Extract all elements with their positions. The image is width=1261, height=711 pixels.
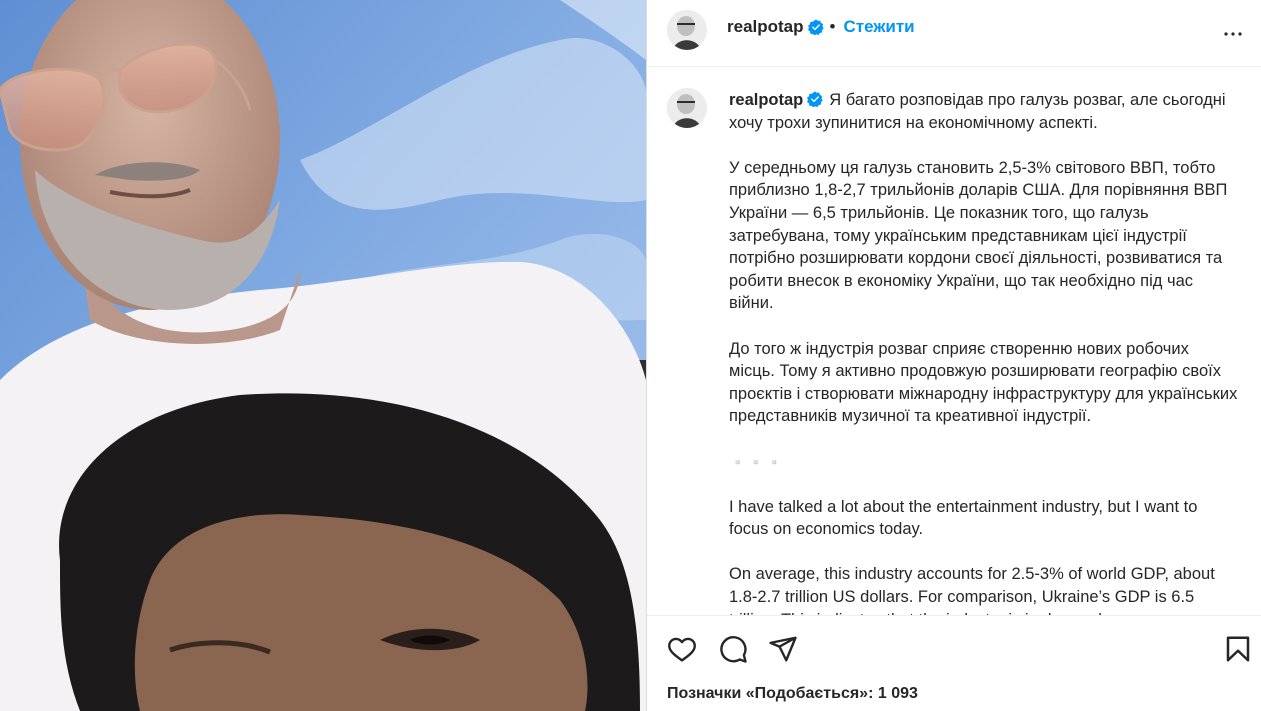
- caption-separator: ▫️▫️▫️: [729, 453, 785, 470]
- caption-paragraph: У середньому ця галузь становить 2,5-3% …: [729, 158, 1228, 313]
- verified-badge-icon: [807, 91, 823, 108]
- username-link[interactable]: realpotap: [727, 17, 804, 37]
- bookmark-icon[interactable]: [1223, 634, 1253, 664]
- instagram-post: realpotap • Стежити realpotap Я багато р…: [0, 0, 1261, 711]
- likes-count[interactable]: Позначки «Подобається»: 1 093: [667, 685, 918, 703]
- caption-text: Я багато розповідав про галузь розваг, а…: [729, 91, 1226, 132]
- post-caption: realpotap Я багато розповідав про галузь …: [729, 89, 1239, 615]
- follow-button[interactable]: Стежити: [843, 17, 914, 37]
- post-header: realpotap • Стежити: [647, 0, 1261, 67]
- caption-area: realpotap Я багато розповідав про галузь …: [647, 68, 1261, 615]
- caption-username[interactable]: realpotap: [729, 91, 803, 109]
- caption-avatar[interactable]: [667, 88, 707, 128]
- separator-dot: •: [829, 17, 836, 36]
- more-options-icon[interactable]: [1221, 22, 1245, 46]
- caption-paragraph: On average, this industry accounts for 2…: [729, 565, 1215, 615]
- header-account: realpotap • Стежити: [727, 17, 915, 37]
- avatar-image: [667, 88, 707, 128]
- verified-badge-icon: [807, 19, 824, 35]
- avatar-image: [667, 10, 707, 50]
- heart-icon[interactable]: [667, 634, 697, 664]
- post-photo[interactable]: [0, 0, 646, 711]
- caption-paragraph: realpotap Я багато розповідав про галузь …: [729, 89, 1239, 134]
- caption-paragraph: I have talked a lot about the entertainm…: [729, 497, 1198, 539]
- caption-paragraph: До того ж індустрія розваг сприяє створе…: [729, 339, 1238, 426]
- post-side-panel: realpotap • Стежити realpotap Я багато р…: [646, 0, 1261, 711]
- action-bar: Позначки «Подобається»: 1 093: [647, 615, 1261, 711]
- post-photo-image: [0, 0, 646, 711]
- send-icon[interactable]: [768, 634, 798, 664]
- comment-icon[interactable]: [718, 634, 748, 664]
- avatar[interactable]: [667, 10, 707, 50]
